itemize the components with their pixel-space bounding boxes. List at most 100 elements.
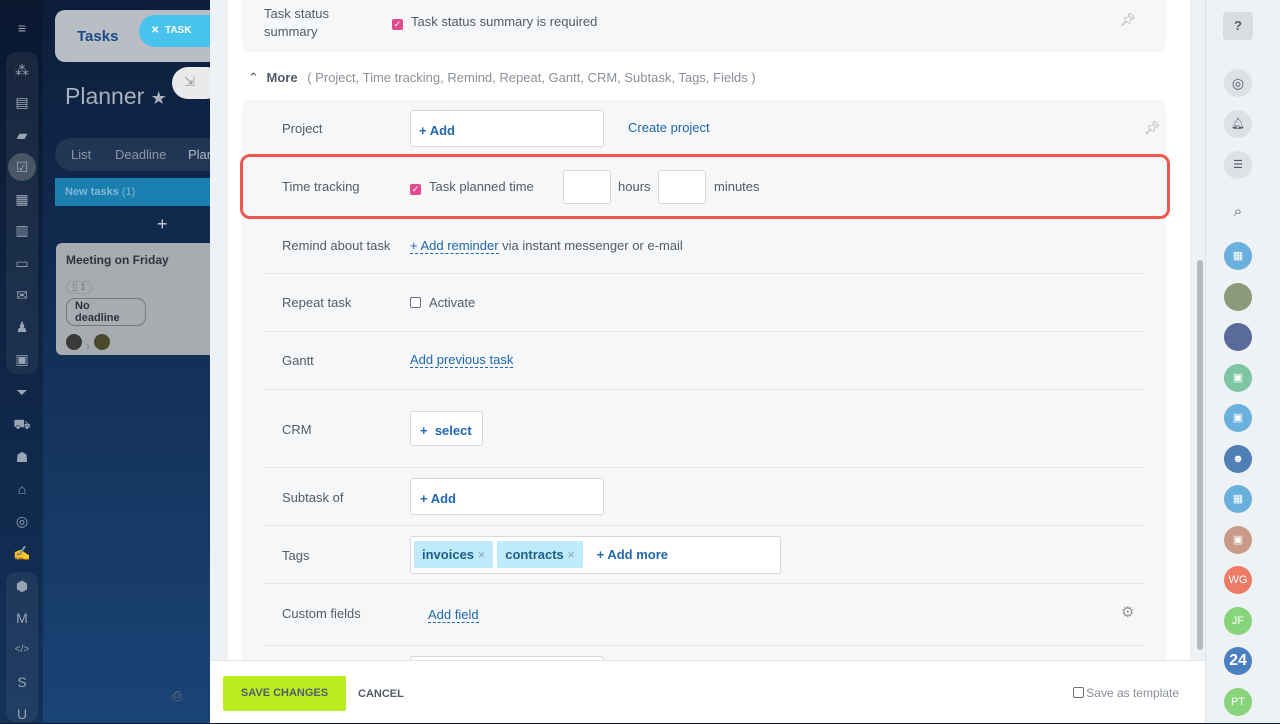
task-card[interactable]: Meeting on Friday ▯ 1 No deadline › xyxy=(56,243,216,355)
subtask-input[interactable]: + Add xyxy=(410,478,604,515)
scrollbar[interactable] xyxy=(1197,260,1203,650)
hours-input[interactable] xyxy=(563,170,611,204)
contact-card-icon[interactable]: ▣ xyxy=(1224,363,1252,392)
avatar-pt[interactable]: PT xyxy=(1224,687,1252,716)
left-nav: ≡ ⁂ ▤ ▰ ☑ ▦ ▥ ▭ ✉ ♟ ▣ ⏷ ⛟ ☗ ⌂ ◎ ✍ ⬢ M </> S U xyxy=(0,0,43,723)
close-icon[interactable]: ✕ xyxy=(151,25,159,36)
checkbox-checked-icon[interactable]: ✓ xyxy=(392,19,403,30)
gantt-label: Gantt xyxy=(282,353,314,368)
search-icon[interactable]: ⌕ xyxy=(1224,198,1252,226)
project-input[interactable]: + Add xyxy=(410,110,604,147)
avatar-photo[interactable] xyxy=(1224,323,1252,351)
nav-letter-u[interactable]: U xyxy=(12,704,32,724)
printer-icon[interactable]: ⎙ xyxy=(172,688,182,704)
help-icon[interactable]: ? xyxy=(1223,12,1253,40)
tag-contracts[interactable]: contracts × xyxy=(497,541,583,568)
add-task-icon[interactable]: + xyxy=(157,214,168,235)
tab-tasks[interactable]: Tasks xyxy=(77,28,118,45)
target-icon[interactable]: ◎ xyxy=(12,511,32,531)
star-icon[interactable]: ★ xyxy=(151,88,167,108)
tag-invoices[interactable]: invoices × xyxy=(414,541,494,568)
feed-icon[interactable]: ▤ xyxy=(12,92,32,112)
form-content: Task status summary ✓ Task status summary… xyxy=(228,0,1190,680)
add-previous-task-link[interactable]: Add previous task xyxy=(410,352,514,368)
remind-text: via instant messenger or e-mail xyxy=(502,238,683,253)
planned-time-checkbox[interactable]: ✓ Task planned time xyxy=(410,179,534,195)
crm-filter-icon[interactable]: ⏷ xyxy=(12,382,32,402)
status-summary-checkbox[interactable]: ✓ Task status summary is required xyxy=(392,14,597,30)
right-panel: ? ◎ 🔔︎ ☰ ⌕ ▦ ▣ ▣ ☻ ▦ ▣ WG JF 24 PT xyxy=(1205,0,1280,723)
checkbox-label: Task status summary is required xyxy=(411,14,598,29)
time-tracking-label: Time tracking xyxy=(282,179,360,194)
add-project[interactable]: + Add xyxy=(419,123,455,138)
avatar[interactable] xyxy=(66,334,82,350)
avatar-jf[interactable]: JF xyxy=(1224,606,1252,635)
cancel-button[interactable]: CANCEL xyxy=(358,688,404,700)
sign-icon[interactable]: ✍ xyxy=(12,543,32,563)
deadline-badge[interactable]: No deadline xyxy=(66,298,146,326)
remove-tag-icon[interactable]: × xyxy=(478,547,486,562)
groups-icon[interactable]: ♟ xyxy=(12,317,32,337)
avatar-photo[interactable] xyxy=(1224,282,1252,311)
save-template-label: Save as template xyxy=(1086,686,1179,700)
tag-label: contracts xyxy=(505,547,564,562)
avatar-24[interactable]: 24 xyxy=(1224,647,1252,675)
messages-icon[interactable]: ☰ xyxy=(1224,151,1252,179)
view-list[interactable]: List xyxy=(71,147,91,162)
stage-name: New tasks xyxy=(65,186,119,198)
contact-card-icon[interactable]: ▣ xyxy=(1224,404,1252,432)
tasks-icon[interactable]: ☑ xyxy=(8,153,36,181)
sites-icon[interactable]: ⁂ xyxy=(12,60,32,80)
view-deadline[interactable]: Deadline xyxy=(115,147,166,162)
tags-label: Tags xyxy=(282,548,310,563)
remove-tag-icon[interactable]: × xyxy=(567,547,575,562)
repeat-label: Repeat task xyxy=(282,295,352,310)
avatar-wg[interactable]: WG xyxy=(1224,566,1252,594)
gear-icon[interactable]: ⚙ xyxy=(1121,603,1134,621)
add-more-tags[interactable]: + Add more xyxy=(597,547,668,562)
bank-icon[interactable]: ⌂ xyxy=(12,479,32,499)
subtask-row: Subtask of + Add xyxy=(264,468,1144,526)
contacts-icon[interactable]: ▣ xyxy=(12,349,32,369)
save-as-template[interactable]: Save as template xyxy=(1073,686,1179,700)
checkbox-checked-icon[interactable]: ✓ xyxy=(410,184,421,195)
checkbox-label: Task planned time xyxy=(429,179,534,194)
bell-icon[interactable]: 🔔︎ xyxy=(1224,110,1252,138)
marketplace-icon[interactable]: M xyxy=(12,608,32,628)
create-project-link[interactable]: Create project xyxy=(628,120,710,135)
custom-fields-row: Custom fields Add field ⚙ xyxy=(264,584,1144,646)
minutes-input[interactable] xyxy=(658,170,706,204)
project-label: Project xyxy=(282,121,323,136)
calendar-icon[interactable]: ▦ xyxy=(12,189,32,209)
more-toggle[interactable]: ⌃ More ( Project, Time tracking, Remind,… xyxy=(248,70,756,86)
robot-icon[interactable]: ☗ xyxy=(12,447,32,467)
menu-icon[interactable]: ≡ xyxy=(12,18,32,38)
pin-icon[interactable]: 📌︎ xyxy=(1144,120,1161,136)
shop-icon[interactable]: ⛟ xyxy=(12,414,32,434)
calendar-icon[interactable]: ▦ xyxy=(1224,242,1252,270)
task-pill-label: TASK xyxy=(164,25,192,36)
crm-select-button[interactable]: + select xyxy=(410,411,483,446)
mail-icon[interactable]: ✉ xyxy=(12,285,32,305)
copilot-icon[interactable]: ◎ xyxy=(1224,69,1252,97)
contact-card-icon[interactable]: ▣ xyxy=(1224,525,1252,554)
save-changes-button[interactable]: SAVE CHANGES xyxy=(223,676,346,711)
add-subtask[interactable]: + Add xyxy=(420,491,456,506)
docs-icon[interactable]: ▥ xyxy=(12,220,32,240)
checkbox-icon[interactable] xyxy=(1073,687,1085,698)
nav-letter-s[interactable]: S xyxy=(12,672,32,692)
drive-icon[interactable]: ▭ xyxy=(12,253,32,273)
avatar[interactable] xyxy=(93,334,110,350)
pin-icon[interactable]: 📌︎ xyxy=(1119,12,1136,28)
code-icon[interactable]: </> xyxy=(12,640,32,660)
checkbox-icon[interactable] xyxy=(410,297,421,308)
chat-icon[interactable]: ▰ xyxy=(12,125,32,145)
group-chat-icon[interactable]: ☻ xyxy=(1224,444,1252,473)
arrow-icon: › xyxy=(85,338,90,353)
calendar-icon[interactable]: ▦ xyxy=(1224,485,1252,513)
tags-input[interactable]: invoices × contracts × + Add more xyxy=(410,536,781,574)
add-reminder-link[interactable]: + Add reminder xyxy=(410,238,499,254)
repeat-checkbox[interactable]: Activate xyxy=(410,295,475,310)
box-icon[interactable]: ⬢ xyxy=(12,576,32,596)
add-field-link[interactable]: Add field xyxy=(428,607,479,623)
